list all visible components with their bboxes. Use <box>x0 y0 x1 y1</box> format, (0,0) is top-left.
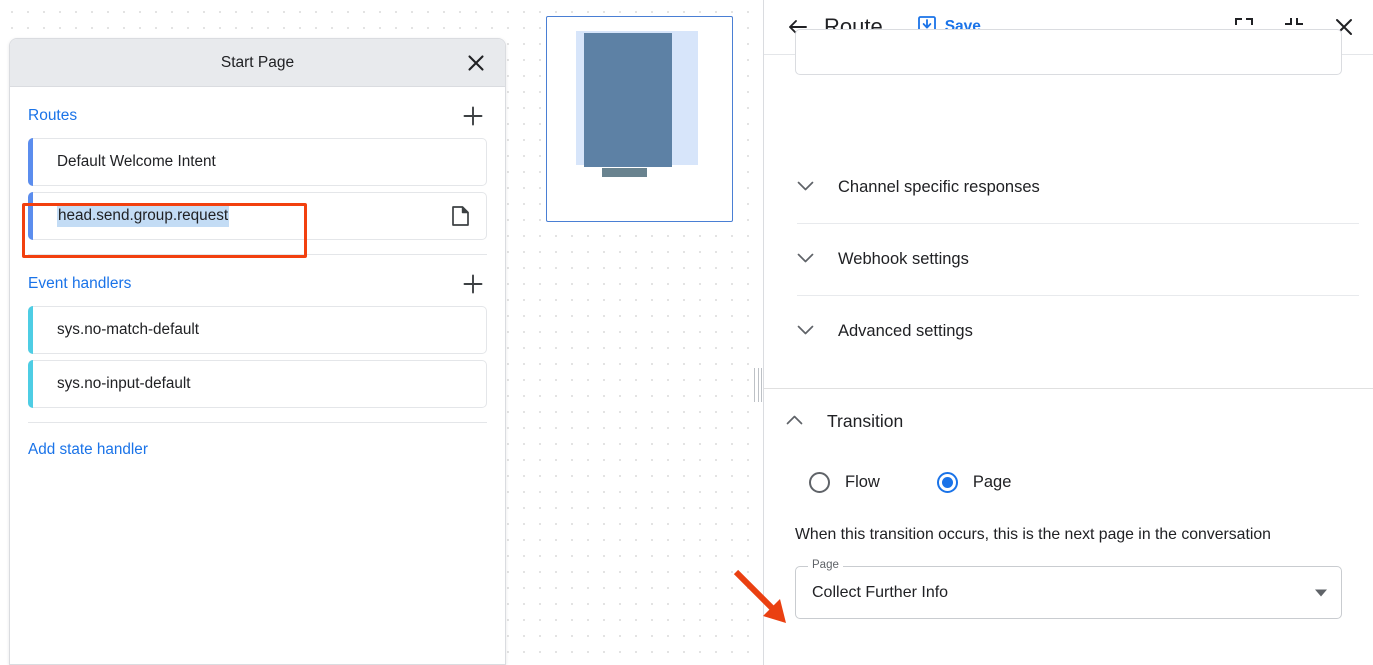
routes-section-title: Routes <box>28 107 77 125</box>
page-select-value: Collect Further Info <box>812 584 948 602</box>
start-page-card: Start Page Routes Default Welcome Intent <box>9 38 506 665</box>
accordion-webhook-settings[interactable]: Webhook settings <box>764 224 1373 295</box>
radio-page[interactable]: Page <box>937 472 1012 493</box>
accordion-label: Advanced settings <box>838 322 973 341</box>
event-handlers-section-title: Event handlers <box>28 275 131 293</box>
radio-dot <box>942 477 953 488</box>
radio-circle-icon <box>809 472 830 493</box>
page-title: Start Page <box>221 54 294 72</box>
radio-flow[interactable]: Flow <box>809 472 880 493</box>
plus-icon[interactable] <box>459 270 487 298</box>
radio-page-label: Page <box>973 473 1012 492</box>
transition-section-header[interactable]: Transition <box>764 389 1373 454</box>
route-item-label: head.send.group.request <box>57 205 229 227</box>
list-item[interactable]: Default Welcome Intent <box>28 138 487 186</box>
chevron-up-icon <box>786 413 803 431</box>
section-divider <box>28 422 487 423</box>
transition-title: Transition <box>827 411 903 432</box>
add-state-handler-link[interactable]: Add state handler <box>28 441 148 459</box>
event-accent-bar <box>28 360 33 408</box>
chevron-down-icon <box>797 251 814 269</box>
section-divider <box>28 254 487 255</box>
accordion-advanced-settings[interactable]: Advanced settings <box>764 296 1373 367</box>
transition-type-radio-group: Flow Page <box>764 472 1373 493</box>
list-item[interactable]: sys.no-input-default <box>28 360 487 408</box>
radio-circle-selected-icon <box>937 472 958 493</box>
route-detail-panel: Route Save <box>764 0 1373 665</box>
plus-icon[interactable] <box>459 102 487 130</box>
route-item-label: Default Welcome Intent <box>57 153 216 171</box>
routes-section-header: Routes <box>28 93 487 138</box>
page-select[interactable]: Page Collect Further Info <box>795 566 1342 619</box>
document-icon[interactable] <box>451 206 470 227</box>
flow-canvas[interactable]: Start Page Routes Default Welcome Intent <box>0 0 763 665</box>
chevron-down-icon <box>797 323 814 341</box>
accordion-label: Channel specific responses <box>838 178 1040 197</box>
settings-accordion: Channel specific responses Webhook setti… <box>764 152 1373 367</box>
transition-section: Transition Flow Page When this transitio… <box>764 389 1373 619</box>
event-item-label: sys.no-input-default <box>57 375 191 393</box>
route-accent-bar <box>28 192 33 240</box>
start-page-body: Routes Default Welcome Intent head.send.… <box>10 93 505 459</box>
list-item[interactable]: sys.no-match-default <box>28 306 487 354</box>
dialogue-option-input[interactable] <box>795 29 1342 75</box>
start-page-header: Start Page <box>10 39 505 87</box>
close-icon[interactable] <box>461 48 491 78</box>
event-handlers-section-header: Event handlers <box>28 261 487 306</box>
chevron-down-icon <box>797 179 814 197</box>
list-item[interactable]: head.send.group.request <box>28 192 487 240</box>
accordion-channel-specific-responses[interactable]: Channel specific responses <box>764 152 1373 223</box>
app-root: Start Page Routes Default Welcome Intent <box>0 0 1373 665</box>
node-thumbnail-dark-region <box>584 33 672 167</box>
panel-splitter[interactable] <box>752 0 763 665</box>
splitter-grip-icon <box>754 368 762 402</box>
event-accent-bar <box>28 306 33 354</box>
node-thumbnail-bar <box>602 168 647 177</box>
dropdown-arrow-icon[interactable] <box>1315 589 1327 596</box>
event-item-label: sys.no-match-default <box>57 321 199 339</box>
radio-flow-label: Flow <box>845 473 880 492</box>
route-accent-bar <box>28 138 33 186</box>
page-select-legend: Page <box>808 559 843 571</box>
transition-helper-text: When this transition occurs, this is the… <box>764 526 1373 544</box>
accordion-label: Webhook settings <box>838 250 969 269</box>
